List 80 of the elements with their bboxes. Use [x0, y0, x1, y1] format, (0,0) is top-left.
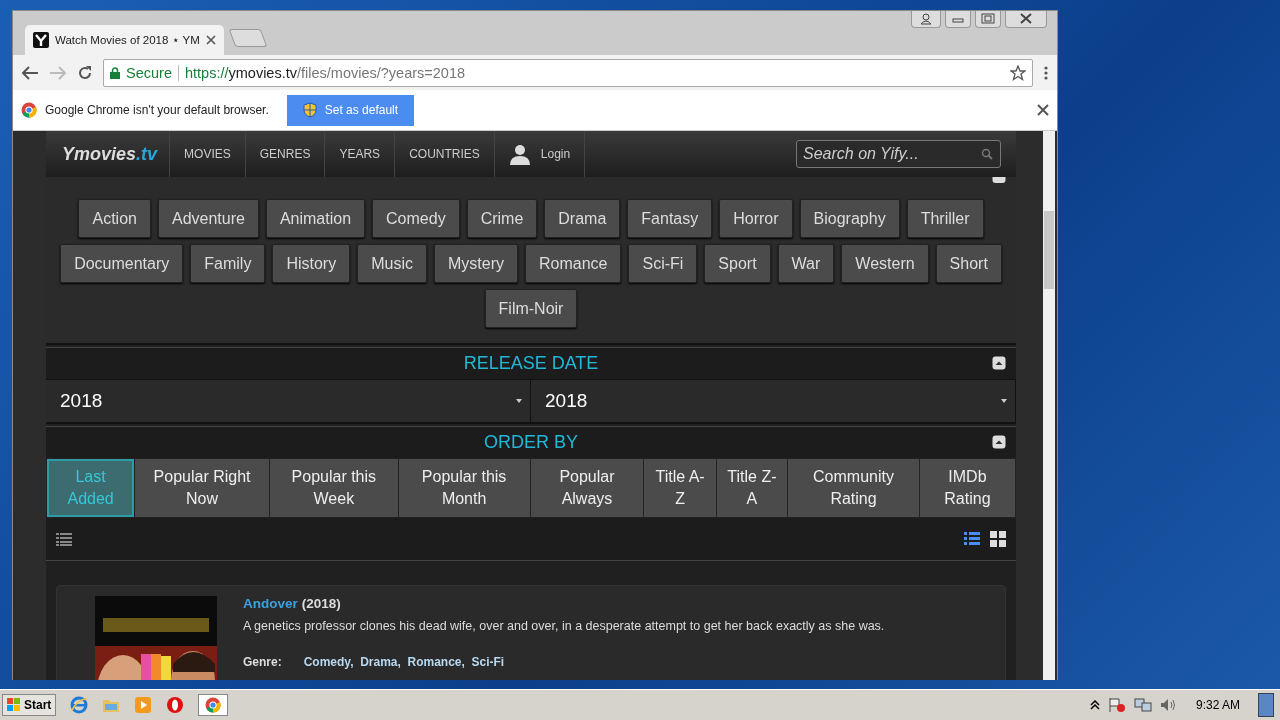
grid-view-icon[interactable]: [990, 531, 1006, 547]
url-text: https://ymovies.tv/files/movies/?years=2018: [184, 64, 467, 81]
chrome-logo-icon: [21, 102, 37, 118]
sort-tab[interactable]: IMDb Rating: [919, 459, 1015, 517]
genre-button[interactable]: Mystery: [433, 244, 518, 283]
windows-logo-icon: [7, 698, 21, 712]
user-icon[interactable]: [911, 11, 941, 28]
close-icon[interactable]: [1037, 104, 1049, 116]
reload-icon[interactable]: [77, 64, 93, 81]
collapse-icon[interactable]: [992, 356, 1006, 370]
genre-links[interactable]: Comedy, Drama, Romance, Sci-Fi: [303, 655, 505, 669]
start-button[interactable]: Start: [2, 694, 57, 716]
star-icon[interactable]: [1010, 64, 1026, 81]
genre-button[interactable]: Crime: [466, 199, 538, 238]
genre-button[interactable]: Family: [190, 244, 266, 283]
clock[interactable]: 9:32 AM: [1195, 698, 1240, 712]
secure-label: Secure: [126, 64, 172, 81]
sort-tab[interactable]: Popular this Week: [269, 459, 398, 517]
speaker-icon[interactable]: [1159, 697, 1178, 713]
site-logo-icon: [33, 32, 49, 48]
infobar-message: Google Chrome isn't your default browser.: [45, 103, 269, 117]
browser-tab[interactable]: Watch Movies of 2018 ⋆ YM: [25, 25, 224, 55]
search-icon[interactable]: [981, 148, 993, 160]
flag-warning-icon[interactable]: [1107, 697, 1126, 713]
genre-button[interactable]: Fantasy: [627, 199, 713, 238]
genre-button[interactable]: History: [272, 244, 351, 283]
genre-button[interactable]: War: [777, 244, 835, 283]
genre-button[interactable]: Sci-Fi: [628, 244, 698, 283]
genre-button[interactable]: Thriller: [906, 199, 984, 238]
collapse-icon[interactable]: [992, 435, 1006, 449]
scrollbar-thumb[interactable]: [1044, 211, 1054, 289]
dropdown-arrow-icon: [516, 399, 522, 403]
chrome-logo-icon[interactable]: [205, 697, 222, 713]
sort-tab[interactable]: Community Rating: [788, 459, 919, 517]
genre-button[interactable]: Short: [935, 244, 1002, 283]
sort-tab[interactable]: Popular this Month: [398, 459, 530, 517]
browser-e-icon[interactable]: [70, 696, 89, 714]
movie-year: (2018): [301, 596, 341, 611]
genre-button[interactable]: Comedy: [372, 199, 460, 238]
genre-button[interactable]: Animation: [265, 199, 366, 238]
genre-button[interactable]: Adventure: [157, 199, 259, 238]
genre-button[interactable]: Music: [357, 244, 427, 283]
user-icon: [508, 143, 531, 165]
section-title: RELEASE DATE: [463, 353, 599, 374]
sort-tab[interactable]: Popular Right Now: [135, 459, 269, 517]
movie-title-link[interactable]: Andover: [243, 596, 298, 611]
genre-button[interactable]: Action: [78, 199, 151, 238]
genre-button[interactable]: Sport: [704, 244, 771, 283]
genre-button[interactable]: Romance: [524, 244, 622, 283]
year-select[interactable]: 2018: [46, 380, 531, 422]
genre-button[interactable]: Documentary: [60, 244, 184, 283]
menu-icon[interactable]: [1043, 64, 1049, 81]
list-view-icon[interactable]: [964, 531, 980, 547]
movie-description: A genetics professor clones his dead wife, over and over, in a desperate attempt to get her back exactly as she was.: [243, 619, 885, 633]
section-title: ORDER BY: [484, 432, 578, 453]
genre-label: Genre:: [243, 655, 282, 669]
list-icon: [56, 532, 72, 546]
back-arrow-icon[interactable]: [21, 64, 39, 81]
genre-button[interactable]: Western: [841, 244, 929, 283]
close-icon[interactable]: [205, 35, 216, 45]
sort-tab[interactable]: Title A-Z: [644, 459, 716, 517]
genre-button[interactable]: Horror: [719, 199, 793, 238]
genre-button[interactable]: Drama: [544, 199, 621, 238]
set-default-button[interactable]: Set as default: [286, 94, 415, 126]
genre-button[interactable]: Film-Noir: [484, 289, 578, 328]
chevron-up-icon[interactable]: [1089, 700, 1100, 710]
address-bar[interactable]: Secure https://ymovies.tv/files/movies/?years=2018: [103, 58, 1033, 87]
lock-icon: [110, 66, 120, 79]
close-icon[interactable]: [1005, 11, 1047, 28]
year-select[interactable]: 2018: [531, 380, 1016, 422]
circle-logo-icon[interactable]: [166, 696, 185, 714]
network-icon[interactable]: [1133, 697, 1152, 713]
dropdown-arrow-icon: [1001, 399, 1007, 403]
show-desktop-button[interactable]: [1258, 693, 1274, 717]
sort-tab[interactable]: Title Z-A: [716, 459, 788, 517]
collapse-icon[interactable]: [992, 177, 1006, 184]
search-field[interactable]: Search on Yify...: [796, 140, 1001, 168]
shield-icon: [302, 102, 317, 118]
sort-tab[interactable]: Popular Always: [530, 459, 644, 517]
genre-button[interactable]: Biography: [799, 199, 900, 238]
